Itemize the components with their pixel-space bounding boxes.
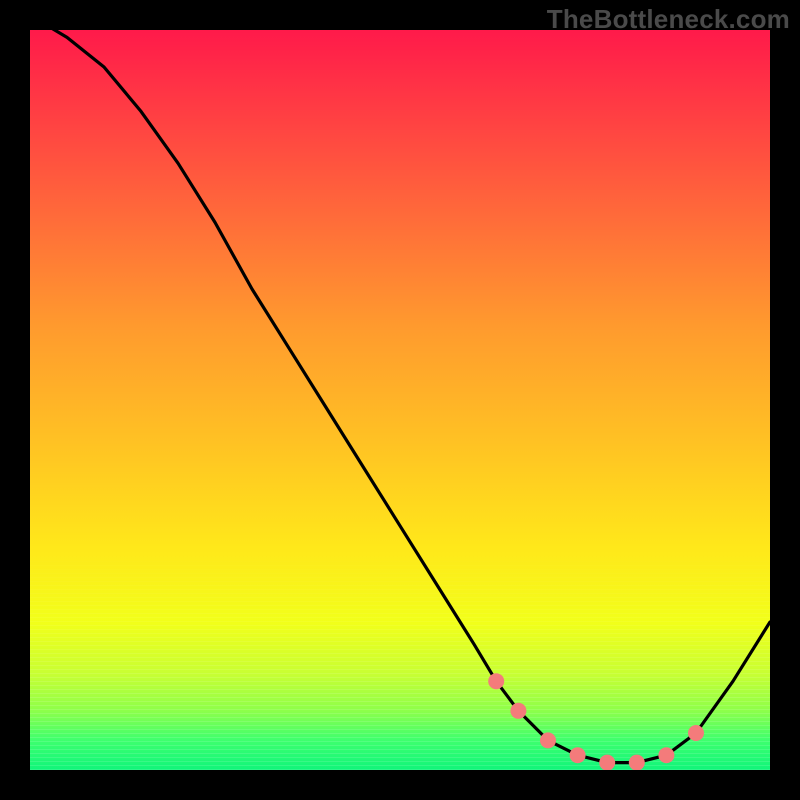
marker-point bbox=[599, 755, 615, 770]
bottleneck-curve bbox=[30, 30, 770, 763]
marker-point bbox=[658, 747, 674, 763]
marker-point bbox=[570, 747, 586, 763]
marker-point bbox=[510, 703, 526, 719]
chart-frame: TheBottleneck.com bbox=[0, 0, 800, 800]
curve-svg bbox=[30, 30, 770, 770]
marker-point bbox=[688, 725, 704, 741]
marker-point bbox=[488, 673, 504, 689]
plot-area bbox=[30, 30, 770, 770]
watermark-text: TheBottleneck.com bbox=[547, 4, 790, 35]
marker-point bbox=[540, 732, 556, 748]
marker-point bbox=[629, 755, 645, 770]
marker-group bbox=[488, 673, 704, 770]
